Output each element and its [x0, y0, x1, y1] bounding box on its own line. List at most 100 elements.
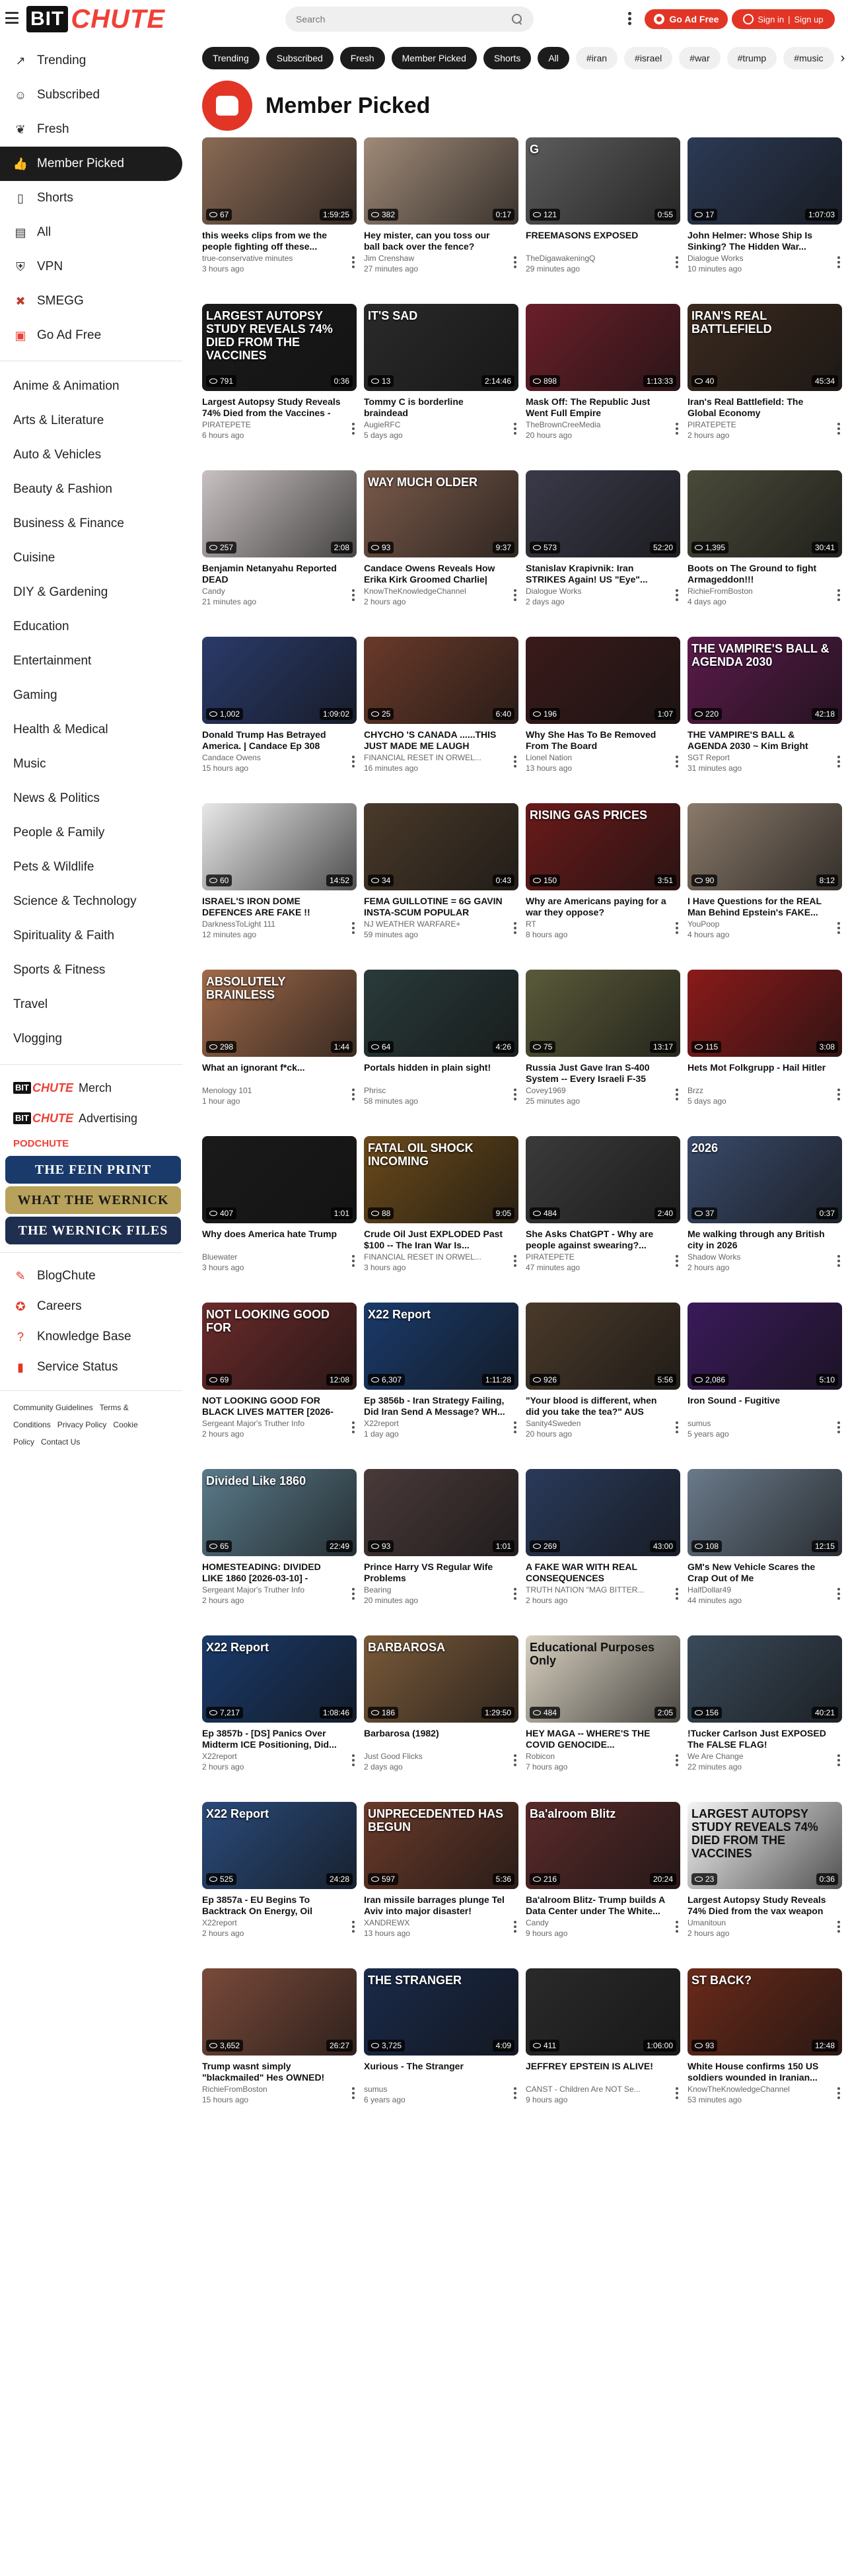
bitchute-logo[interactable]: BIT CHUTE: [26, 5, 185, 34]
more-options-icon[interactable]: [512, 1419, 518, 1436]
video-card[interactable]: X22 Report 7,217 1:08:46 Ep 3857b - [DS] Pa…: [202, 1635, 357, 1793]
channel-name[interactable]: Jim Crenshaw: [364, 254, 505, 263]
more-options-icon[interactable]: [835, 1086, 842, 1103]
sidebar-item-member-picked[interactable]: 👍 Member Picked: [0, 147, 182, 181]
channel-name[interactable]: Menology 101: [202, 1086, 343, 1095]
channel-name[interactable]: Candace Owens: [202, 753, 343, 762]
video-thumbnail[interactable]: X22 Report 6,307 1:11:28: [364, 1303, 518, 1390]
channel-name[interactable]: We Are Change: [688, 1752, 829, 1761]
video-card[interactable]: LARGEST AUTOPSY STUDY REVEALS 74% DIED F…: [688, 1802, 842, 1959]
category-item[interactable]: Arts & Literature: [0, 404, 192, 438]
category-item[interactable]: Cuisine: [0, 541, 192, 575]
video-thumbnail[interactable]: 25 6:40: [364, 637, 518, 724]
channel-name[interactable]: X22report: [364, 1419, 505, 1428]
chip-trending[interactable]: Trending: [202, 47, 260, 69]
video-card[interactable]: 75 13:17 Russia Just Gave Iran S-400 Syste…: [526, 970, 680, 1127]
video-card[interactable]: 34 0:43 FEMA GUILLOTINE = 6G GAVIN INSTA-S…: [364, 803, 518, 960]
video-thumbnail[interactable]: UNPRECEDENTED HAS BEGUN 597 5:36: [364, 1802, 518, 1889]
video-title[interactable]: Portals hidden in plain sight!: [364, 1062, 505, 1085]
video-thumbnail[interactable]: ABSOLUTELY BRAINLESS 298 1:44: [202, 970, 357, 1057]
video-title[interactable]: Mask Off: The Republic Just Went Full Em…: [526, 396, 667, 419]
video-thumbnail[interactable]: 257 2:08: [202, 470, 357, 557]
video-card[interactable]: RISING GAS PRICES 150 3:51 Why are American…: [526, 803, 680, 960]
video-thumbnail[interactable]: 60 14:52: [202, 803, 357, 890]
video-title[interactable]: Hey mister, can you toss our ball back o…: [364, 230, 505, 252]
more-options-icon[interactable]: [512, 1252, 518, 1270]
video-title[interactable]: Benjamin Netanyahu Reported DEAD: [202, 563, 343, 585]
more-options-icon[interactable]: [674, 2085, 680, 2102]
more-options-icon[interactable]: [512, 919, 518, 937]
video-card[interactable]: 411 1:06:00 JEFFREY EPSTEIN IS ALIVE! CANST…: [526, 1968, 680, 2126]
video-card[interactable]: THE VAMPIRE'S BALL & AGENDA 2030 220 42:18…: [688, 637, 842, 794]
channel-name[interactable]: X22report: [202, 1752, 343, 1761]
podchute-link[interactable]: PODCHUTE: [0, 1133, 192, 1153]
chip-subscribed[interactable]: Subscribed: [265, 47, 334, 69]
channel-name[interactable]: Sergeant Major's Truther Info: [202, 1585, 343, 1594]
category-item[interactable]: Entertainment: [0, 644, 192, 678]
video-thumbnail[interactable]: 17 1:07:03: [688, 137, 842, 225]
video-title[interactable]: HOMESTEADING: DIVIDED LIKE 1860 [2026-03…: [202, 1561, 343, 1584]
category-item[interactable]: DIY & Gardening: [0, 575, 192, 610]
more-options-icon[interactable]: [674, 919, 680, 937]
more-options-icon[interactable]: [674, 254, 680, 271]
menu-icon[interactable]: [5, 12, 18, 24]
video-thumbnail[interactable]: 75 13:17: [526, 970, 680, 1057]
video-card[interactable]: FATAL OIL SHOCK INCOMING 88 9:05 Crude Oil …: [364, 1136, 518, 1293]
video-thumbnail[interactable]: 3,652 26:27: [202, 1968, 357, 2056]
chip-member-picked[interactable]: Member Picked: [391, 47, 477, 69]
more-options-icon[interactable]: [512, 1752, 518, 1769]
video-title[interactable]: FEMA GUILLOTINE = 6G GAVIN INSTA-SCUM PO…: [364, 896, 505, 918]
sidebar-link-blogchute[interactable]: ✎ BlogChute: [0, 1261, 192, 1291]
video-thumbnail[interactable]: 90 8:12: [688, 803, 842, 890]
more-options-icon[interactable]: [674, 420, 680, 437]
video-card[interactable]: Educational Purposes Only 484 2:05 HEY MAGA…: [526, 1635, 680, 1793]
search-input[interactable]: [296, 14, 511, 24]
video-title[interactable]: What an ignorant f*ck...: [202, 1062, 343, 1085]
channel-name[interactable]: FINANCIAL RESET IN ORWEL...: [364, 1252, 505, 1262]
more-options-icon[interactable]: [512, 1086, 518, 1103]
chevron-right-icon[interactable]: ›: [841, 47, 845, 69]
channel-name[interactable]: RichieFromBoston: [202, 2085, 343, 2094]
category-item[interactable]: Health & Medical: [0, 713, 192, 747]
video-title[interactable]: Largest Autopsy Study Reveals 74% Died f…: [202, 396, 343, 419]
more-options-icon[interactable]: [512, 2085, 518, 2102]
more-options-icon[interactable]: [674, 1752, 680, 1769]
video-title[interactable]: JEFFREY EPSTEIN IS ALIVE!: [526, 2061, 667, 2083]
video-title[interactable]: THE VAMPIRE'S BALL & AGENDA 2030 ~ Kim B…: [688, 729, 829, 752]
video-title[interactable]: Why are Americans paying for a war they …: [526, 896, 667, 918]
more-options-icon[interactable]: [350, 1918, 357, 1935]
sign-up-label[interactable]: Sign up: [795, 15, 824, 24]
video-title[interactable]: Boots on The Ground to fight Armageddon!…: [688, 563, 829, 585]
chip--music[interactable]: #music: [783, 47, 834, 69]
more-options-icon[interactable]: [512, 1918, 518, 1935]
channel-name[interactable]: PIRATEPETE: [688, 420, 829, 429]
sign-in-label[interactable]: Sign in: [758, 15, 784, 24]
video-thumbnail[interactable]: 573 52:20: [526, 470, 680, 557]
video-thumbnail[interactable]: 382 0:17: [364, 137, 518, 225]
sign-in-button[interactable]: Sign in | Sign up: [732, 9, 835, 29]
category-item[interactable]: News & Politics: [0, 781, 192, 816]
video-card[interactable]: IRAN'S REAL BATTLEFIELD 40 45:34 Iran's Rea…: [688, 304, 842, 461]
more-options-icon[interactable]: [835, 587, 842, 604]
channel-name[interactable]: Dialogue Works: [688, 254, 829, 263]
video-card[interactable]: 484 2:40 She Asks ChatGPT - Why are people…: [526, 1136, 680, 1293]
channel-name[interactable]: KnowTheKnowledgeChannel: [364, 587, 505, 596]
video-card[interactable]: 93 1:01 Prince Harry VS Regular Wife Probl…: [364, 1469, 518, 1626]
category-item[interactable]: Sports & Fitness: [0, 953, 192, 987]
video-title[interactable]: Trump wasnt simply "blackmailed" Hes OWN…: [202, 2061, 343, 2083]
more-options-icon[interactable]: [512, 753, 518, 770]
video-title[interactable]: Iran's Real Battlefield: The Global Econ…: [688, 396, 829, 419]
channel-name[interactable]: Brzz: [688, 1086, 829, 1095]
more-options-icon[interactable]: [674, 1086, 680, 1103]
video-card[interactable]: 269 43:00 A FAKE WAR WITH REAL CONSEQUENCE…: [526, 1469, 680, 1626]
footer-link[interactable]: Privacy Policy: [57, 1420, 107, 1429]
more-options-icon[interactable]: [512, 420, 518, 437]
video-thumbnail[interactable]: RISING GAS PRICES 150 3:51: [526, 803, 680, 890]
more-options-icon[interactable]: [674, 1918, 680, 1935]
more-options-icon[interactable]: [835, 1419, 842, 1436]
video-card[interactable]: UNPRECEDENTED HAS BEGUN 597 5:36 Iran missi…: [364, 1802, 518, 1959]
channel-name[interactable]: TheBrownCreeMedia: [526, 420, 667, 429]
channel-name[interactable]: AugieRFC: [364, 420, 505, 429]
more-options-icon[interactable]: [835, 1752, 842, 1769]
channel-name[interactable]: FINANCIAL RESET IN ORWEL...: [364, 753, 505, 762]
